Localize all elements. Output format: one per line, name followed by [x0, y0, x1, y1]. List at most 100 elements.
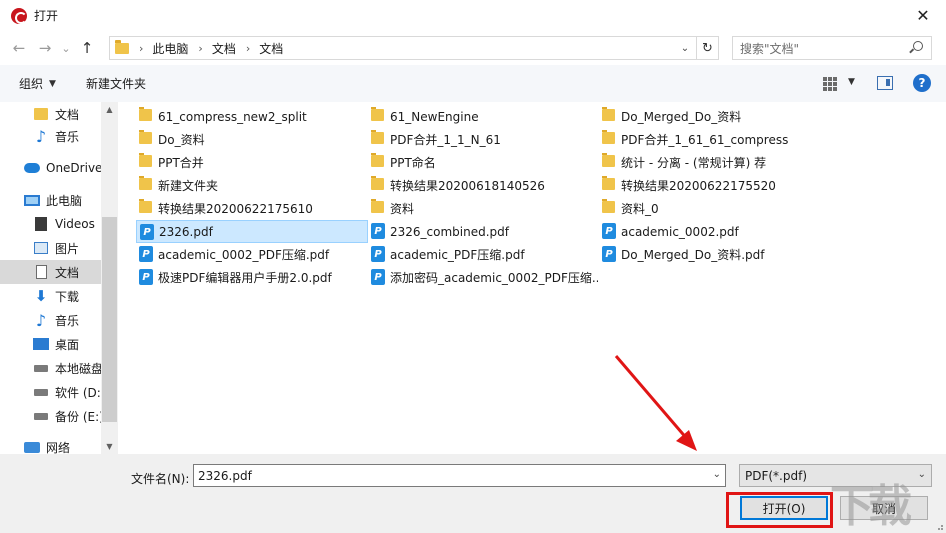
search-input[interactable]: 搜索"文档" — [732, 36, 932, 60]
sidebar-item-label: 软件 (D:) — [55, 385, 106, 400]
file-name: 转换结果20200618140526 — [390, 179, 545, 193]
folder-item[interactable]: 61_NewEngine — [368, 105, 598, 128]
file-name: 资料_0 — [621, 202, 659, 216]
sidebar-scrollbar[interactable]: ▲ ▼ — [101, 102, 118, 454]
help-icon[interactable]: ? — [913, 74, 931, 92]
filename-input[interactable]: 2326.pdf ⌄ — [193, 464, 726, 487]
folder-icon — [139, 107, 152, 121]
chevron-right-icon[interactable]: › — [198, 42, 202, 55]
refresh-icon[interactable]: ↻ — [696, 37, 718, 59]
scrollbar-thumb[interactable] — [102, 217, 117, 422]
desktop-icon — [33, 338, 49, 350]
file-item-pdf[interactable]: P 2326_combined.pdf — [368, 220, 598, 243]
address-bar[interactable]: › 此电脑 › 文档 › 文档 ⌄ ↻ — [109, 36, 719, 60]
file-item-pdf[interactable]: P 极速PDF编辑器用户手册2.0.pdf — [136, 266, 368, 289]
toolbar: 组织 ▼ 新建文件夹 ▼ ? — [0, 65, 946, 102]
search-icon[interactable] — [913, 41, 923, 51]
sidebar-item-label: 音乐 — [55, 129, 80, 144]
recent-locations-chevron-icon[interactable]: ⌄ — [58, 35, 74, 61]
file-name: 极速PDF编辑器用户手册2.0.pdf — [158, 271, 332, 285]
scroll-down-icon[interactable]: ▼ — [101, 442, 118, 451]
scroll-up-icon[interactable]: ▲ — [101, 105, 118, 114]
breadcrumb-documents-sub[interactable]: 文档 — [259, 40, 283, 57]
forward-arrow-icon[interactable]: → — [32, 35, 58, 61]
chevron-down-icon[interactable]: ⌄ — [713, 469, 721, 480]
preview-pane-icon[interactable] — [877, 76, 893, 90]
folder-icon — [371, 153, 384, 167]
sidebar-item-label: 图片 — [55, 241, 80, 256]
folder-icon — [602, 153, 615, 167]
folder-icon — [371, 107, 384, 121]
folder-item[interactable]: 61_compress_new2_split — [136, 105, 368, 128]
file-name: 61_NewEngine — [390, 109, 479, 124]
folder-item[interactable]: 资料_0 — [599, 197, 831, 220]
sidebar-item-label: 此电脑 — [46, 193, 83, 208]
window-title: 打开 — [34, 9, 59, 23]
sidebar-item-label: 桌面 — [55, 337, 80, 352]
open-button-highlight — [726, 492, 833, 528]
folder-item[interactable]: 新建文件夹 — [136, 174, 368, 197]
drive-icon — [34, 412, 48, 420]
file-name: 转换结果20200622175520 — [621, 179, 776, 193]
new-folder-button[interactable]: 新建文件夹 — [86, 75, 146, 92]
file-item-pdf[interactable]: Pacademic_0002_PDF压缩.pdf — [136, 243, 368, 266]
drive-icon — [34, 388, 48, 396]
file-name: 2326.pdf — [159, 224, 213, 239]
folder-icon — [34, 108, 48, 120]
folder-icon — [602, 107, 615, 121]
file-item-pdf[interactable]: Pacademic_0002.pdf — [599, 220, 831, 243]
folder-item[interactable]: PDF合并_1_1_N_61 — [368, 128, 598, 151]
filetype-value: PDF(*.pdf) — [745, 468, 808, 483]
folder-item[interactable]: 转换结果20200622175520 — [599, 174, 831, 197]
back-arrow-icon[interactable]: ← — [6, 35, 32, 61]
documents-icon — [35, 265, 47, 279]
file-item-pdf[interactable]: P Do_Merged_Do_资料.pdf — [599, 243, 831, 266]
file-name: 资料 — [390, 202, 415, 216]
sidebar-item-label: 本地磁盘 — [55, 361, 104, 376]
folder-icon — [139, 176, 152, 190]
folder-item[interactable]: 资料 — [368, 197, 598, 220]
view-grid-icon[interactable] — [823, 77, 837, 91]
file-name: academic_PDF压缩.pdf — [390, 248, 525, 262]
file-list: 61_compress_new2_split Do_资料 PPT合并 新建文件夹 转换结… — [118, 102, 946, 454]
pdf-file-icon: P — [139, 246, 153, 262]
folder-item[interactable]: 统计 - 分离 - (常规计算) 荐 — [599, 151, 831, 174]
pdf-file-icon: P — [139, 269, 153, 285]
folder-icon — [115, 39, 129, 54]
close-button[interactable]: ✕ — [900, 0, 946, 31]
folder-item[interactable]: 转换结果20200618140526 — [368, 174, 598, 197]
sidebar-item-label: 文档 — [55, 265, 80, 280]
folder-item[interactable]: Do_Merged_Do_资料 — [599, 105, 831, 128]
sidebar-item-label: Videos — [55, 217, 95, 231]
file-name: Do_Merged_Do_资料 — [621, 110, 742, 124]
folder-item[interactable]: PPT命名 — [368, 151, 598, 174]
file-name: 添加密码_academic_0002_PDF压缩... — [390, 271, 598, 285]
folder-item[interactable]: 转换结果20200622175610 — [136, 197, 368, 220]
chevron-down-icon[interactable]: ⌄ — [674, 43, 696, 54]
organize-button[interactable]: 组织 ▼ — [19, 75, 56, 92]
file-item-pdf[interactable]: P 添加密码_academic_0002_PDF压缩... — [368, 266, 598, 289]
music-icon: ♪ — [35, 310, 47, 330]
caret-down-icon[interactable]: ▼ — [848, 77, 855, 87]
onedrive-icon — [24, 163, 40, 173]
sidebar-item-label: 音乐 — [55, 313, 80, 328]
file-name: Do_资料 — [158, 133, 205, 147]
file-item-pdf[interactable]: Pacademic_PDF压缩.pdf — [368, 243, 598, 266]
breadcrumb-this-pc[interactable]: 此电脑 — [152, 40, 188, 57]
chevron-right-icon[interactable]: › — [246, 42, 250, 55]
breadcrumb-documents[interactable]: 文档 — [212, 40, 236, 57]
file-name: 新建文件夹 — [158, 179, 219, 193]
chevron-right-icon[interactable]: › — [139, 42, 143, 55]
folder-item[interactable]: PPT合并 — [136, 151, 368, 174]
folder-item[interactable]: Do_资料 — [136, 128, 368, 151]
file-name: academic_0002_PDF压缩.pdf — [158, 248, 330, 262]
app-logo-icon — [11, 7, 27, 24]
file-item-pdf[interactable]: P 2326.pdf — [136, 220, 368, 243]
folder-icon — [371, 176, 384, 190]
video-icon — [35, 217, 47, 231]
folder-item[interactable]: PDF合并_1_61_61_compress — [599, 128, 831, 151]
sidebar-item-label: OneDrive — [46, 161, 103, 175]
download-icon: ⬇ — [34, 287, 48, 305]
up-arrow-icon[interactable]: ↑ — [74, 35, 100, 61]
filename-label: 文件名(N): — [131, 472, 190, 486]
